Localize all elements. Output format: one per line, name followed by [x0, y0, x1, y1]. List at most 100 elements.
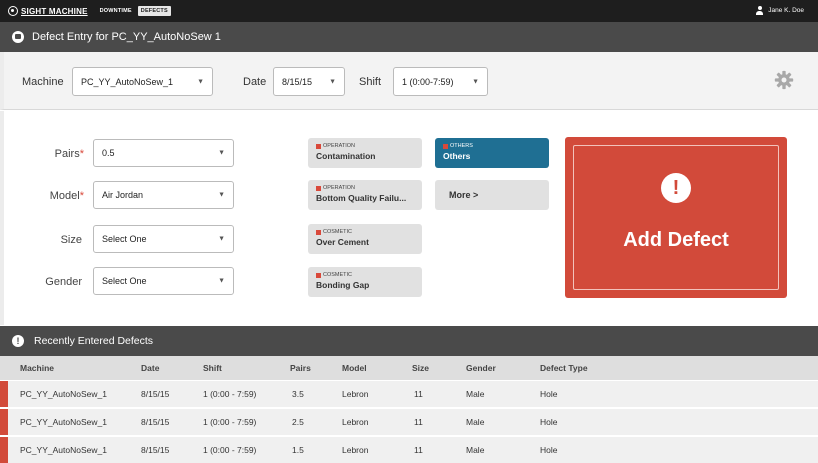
defect-tile-others[interactable]: OTHERS Others — [435, 138, 549, 168]
tile-name: Others — [443, 151, 471, 161]
tile-name: Over Cement — [316, 237, 369, 247]
machine-selector-row: Machine PC_YY_AutoNoSew_1 ▼ Date 8/15/15… — [0, 52, 818, 110]
logo-icon — [8, 6, 18, 16]
cell-machine: PC_YY_AutoNoSew_1 — [20, 389, 107, 399]
size-label: Size — [60, 234, 82, 246]
size-select-value: Select One — [102, 234, 147, 244]
nav-item-defects[interactable]: DEFECTS — [137, 6, 171, 16]
shift-select-value: 1 (0:00-7:59) — [402, 76, 454, 87]
gender-select[interactable]: Select One ▼ — [93, 267, 234, 295]
column-header: Machine — [20, 363, 55, 373]
user-menu[interactable]: Jane K. Doe — [756, 6, 804, 15]
gear-icon[interactable] — [774, 70, 794, 90]
table-header: Machine Date Shift Pairs Model Size Gend… — [0, 356, 818, 380]
page-title-bar: Defect Entry for PC_YY_AutoNoSew 1 — [0, 22, 818, 52]
cell-shift: 1 (0:00 - 7:59) — [203, 389, 257, 399]
cell-date: 8/15/15 — [141, 445, 170, 455]
pairs-select-value: 0.5 — [102, 148, 115, 158]
add-defect-label: Add Defect — [623, 229, 729, 251]
nav-item-downtime[interactable]: DOWNTIME — [100, 8, 132, 14]
defect-tile-bonding-gap[interactable]: COSMETIC Bonding Gap — [308, 267, 422, 297]
add-defect-button[interactable]: ! Add Defect — [565, 137, 787, 298]
model-label-text: Model — [49, 190, 80, 202]
table-row[interactable]: PC_YY_AutoNoSew_1 8/15/15 1 (0:00 - 7:59… — [0, 408, 818, 435]
tile-name: Bonding Gap — [316, 280, 370, 290]
tile-name: Contamination — [316, 151, 376, 161]
column-header: Model — [342, 363, 367, 373]
pairs-select[interactable]: 0.5 ▼ — [93, 139, 234, 167]
cell-defect-type: Hole — [540, 417, 558, 427]
model-label: Model* — [4, 190, 84, 202]
cell-machine: PC_YY_AutoNoSew_1 — [20, 445, 107, 455]
user-name: Jane K. Doe — [768, 7, 804, 14]
cell-machine: PC_YY_AutoNoSew_1 — [20, 417, 107, 427]
defect-tile-over-cement[interactable]: COSMETIC Over Cement — [308, 224, 422, 254]
recent-defects-header: ! Recently Entered Defects — [0, 326, 818, 356]
cell-model: Lebron — [342, 445, 369, 455]
pairs-label: Pairs* — [4, 148, 84, 160]
cell-pairs: 2.5 — [292, 417, 304, 427]
machine-select[interactable]: PC_YY_AutoNoSew_1 ▼ — [72, 67, 213, 96]
machine-label: Machine — [22, 76, 64, 88]
defect-entry-icon — [12, 31, 24, 43]
gender-label: Gender — [45, 276, 82, 288]
page-title: Defect Entry for PC_YY_AutoNoSew 1 — [32, 31, 221, 43]
pairs-label-text: Pairs — [54, 148, 80, 160]
cell-model: Lebron — [342, 389, 369, 399]
machine-select-value: PC_YY_AutoNoSew_1 — [81, 76, 174, 87]
cell-shift: 1 (0:00 - 7:59) — [203, 417, 257, 427]
cell-gender: Male — [466, 389, 485, 399]
cell-gender: Male — [466, 417, 485, 427]
recent-defects-title: Recently Entered Defects — [34, 335, 154, 347]
cell-defect-type: Hole — [540, 389, 558, 399]
model-select-value: Air Jordan — [102, 190, 144, 200]
size-select[interactable]: Select One ▼ — [93, 225, 234, 253]
brand-logo[interactable]: SIGHT MACHINE — [8, 6, 88, 16]
tile-category: OPERATION — [316, 185, 414, 191]
cell-size: 11 — [414, 445, 423, 455]
add-defect-border — [573, 145, 779, 290]
model-select[interactable]: Air Jordan ▼ — [93, 181, 234, 209]
chevron-down-icon: ▼ — [218, 191, 225, 199]
exclamation-icon: ! — [661, 173, 691, 203]
tile-category: OTHERS — [443, 143, 541, 149]
cell-size: 11 — [414, 417, 423, 427]
user-icon — [756, 6, 764, 15]
defect-tile-bottom-quality[interactable]: OPERATION Bottom Quality Failu... — [308, 180, 422, 210]
row-status-marker — [0, 409, 8, 435]
required-marker: * — [79, 148, 84, 160]
column-header: Defect Type — [540, 363, 588, 373]
tile-category: COSMETIC — [316, 229, 414, 235]
row-status-marker — [0, 381, 8, 407]
gender-select-value: Select One — [102, 276, 147, 286]
row-status-marker — [0, 437, 8, 463]
shift-select[interactable]: 1 (0:00-7:59) ▼ — [393, 67, 488, 96]
top-nav: SIGHT MACHINE DOWNTIME DEFECTS Jane K. D… — [0, 0, 818, 22]
column-header: Shift — [203, 363, 222, 373]
cell-defect-type: Hole — [540, 445, 558, 455]
tile-category: COSMETIC — [316, 272, 414, 278]
cell-shift: 1 (0:00 - 7:59) — [203, 445, 257, 455]
table-row[interactable]: PC_YY_AutoNoSew_1 8/15/15 1 (0:00 - 7:59… — [0, 436, 818, 463]
cell-pairs: 3.5 — [292, 389, 304, 399]
table-row[interactable]: PC_YY_AutoNoSew_1 8/15/15 1 (0:00 - 7:59… — [0, 380, 818, 407]
cell-size: 11 — [414, 389, 423, 399]
tile-category: OPERATION — [316, 143, 414, 149]
date-label: Date — [243, 76, 267, 88]
date-select[interactable]: 8/15/15 ▼ — [273, 67, 345, 96]
chevron-down-icon: ▼ — [218, 235, 225, 243]
cell-date: 8/15/15 — [141, 417, 170, 427]
column-header: Date — [141, 363, 160, 373]
column-header: Size — [412, 363, 430, 373]
cell-date: 8/15/15 — [141, 389, 170, 399]
chevron-down-icon: ▼ — [329, 78, 336, 85]
cell-gender: Male — [466, 445, 485, 455]
chevron-down-icon: ▼ — [472, 78, 479, 85]
tile-name: Bottom Quality Failu... — [316, 193, 407, 203]
alert-icon: ! — [12, 335, 24, 347]
defect-tile-contamination[interactable]: OPERATION Contamination — [308, 138, 422, 168]
more-defects-button[interactable]: More > — [435, 180, 549, 210]
chevron-down-icon: ▼ — [218, 149, 225, 157]
brand-name: SIGHT MACHINE — [21, 6, 88, 16]
required-marker: * — [79, 190, 84, 202]
